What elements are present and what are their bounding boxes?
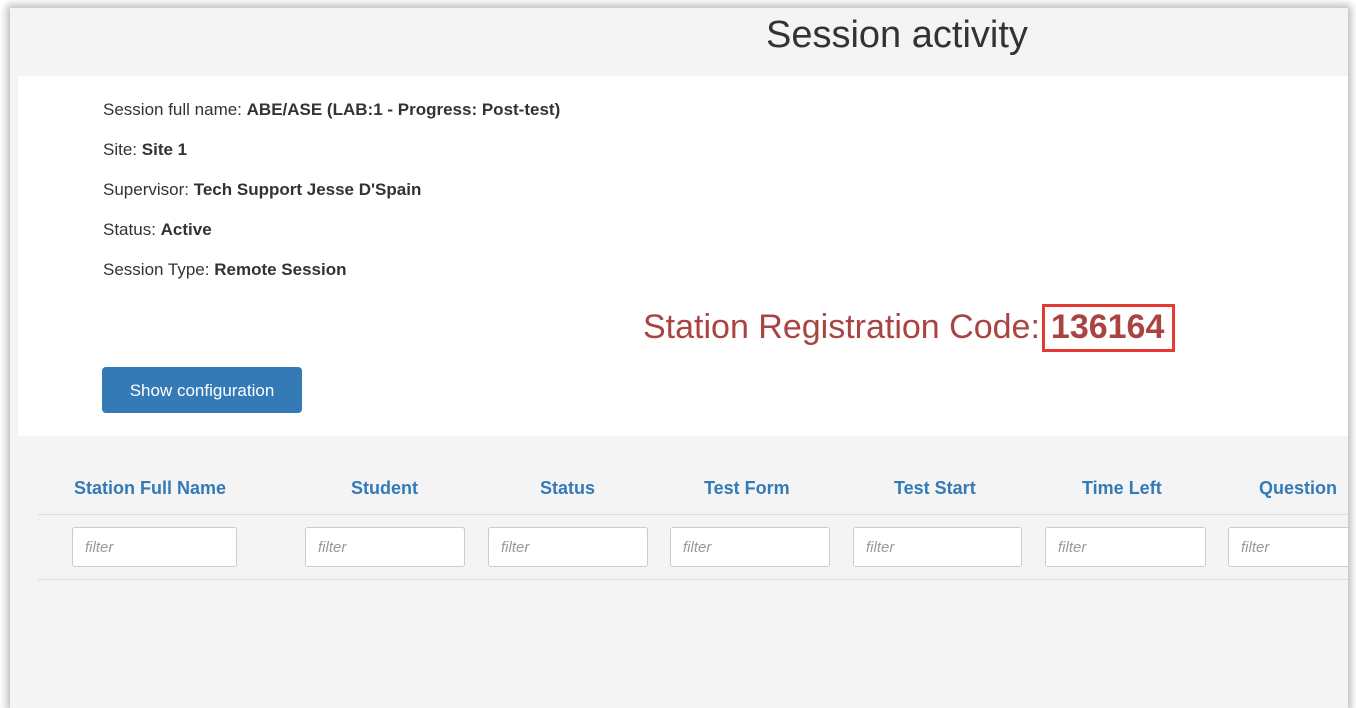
page-title: Session activity [766,14,1028,56]
column-header-test-form[interactable]: Test Form [704,478,790,499]
status-label: Status: [103,220,156,239]
filter-input-question[interactable] [1228,527,1348,567]
filter-input-status[interactable] [488,527,648,567]
site-row: Site: Site 1 [103,140,187,160]
column-header-test-start[interactable]: Test Start [894,478,976,499]
column-header-student[interactable]: Student [351,478,418,499]
session-full-name-label: Session full name: [103,100,242,119]
registration-code-label: Station Registration Code: [643,308,1040,346]
column-header-status[interactable]: Status [540,478,595,499]
station-registration-code: Station Registration Code: 136164 [643,304,1176,352]
supervisor-row: Supervisor: Tech Support Jesse D'Spain [103,180,421,200]
session-type-value: Remote Session [214,260,347,279]
supervisor-value: Tech Support Jesse D'Spain [193,180,422,199]
table-header-row: Station Full Name Student Status Test Fo… [10,466,1348,508]
session-type-row: Session Type: Remote Session [103,260,346,280]
filter-input-test-form[interactable] [670,527,830,567]
filter-row-divider [38,579,1348,580]
supervisor-label: Supervisor: [103,180,189,199]
status-value: Active [160,220,212,239]
site-value: Site 1 [141,140,188,159]
screenshot-frame: Session activity Session full name: ABE/… [0,0,1356,708]
filter-input-time-left[interactable] [1045,527,1206,567]
site-label: Site: [103,140,138,159]
column-header-question[interactable]: Question [1259,478,1337,499]
column-header-station-full-name[interactable]: Station Full Name [74,478,226,499]
session-activity-card: Session activity Session full name: ABE/… [10,8,1348,708]
header-divider [38,514,1348,515]
column-header-time-left[interactable]: Time Left [1082,478,1162,499]
filter-input-station-full-name[interactable] [72,527,237,567]
filter-input-test-start[interactable] [853,527,1022,567]
show-configuration-button[interactable]: Show configuration [102,367,302,413]
session-info-panel: Session full name: ABE/ASE (LAB:1 - Prog… [18,76,1348,436]
filter-input-student[interactable] [305,527,465,567]
session-type-label: Session Type: [103,260,210,279]
session-full-name-row: Session full name: ABE/ASE (LAB:1 - Prog… [103,100,560,120]
session-full-name-value: ABE/ASE (LAB:1 - Progress: Post-test) [246,100,561,119]
registration-code-value: 136164 [1041,304,1176,352]
status-row: Status: Active [103,220,212,240]
